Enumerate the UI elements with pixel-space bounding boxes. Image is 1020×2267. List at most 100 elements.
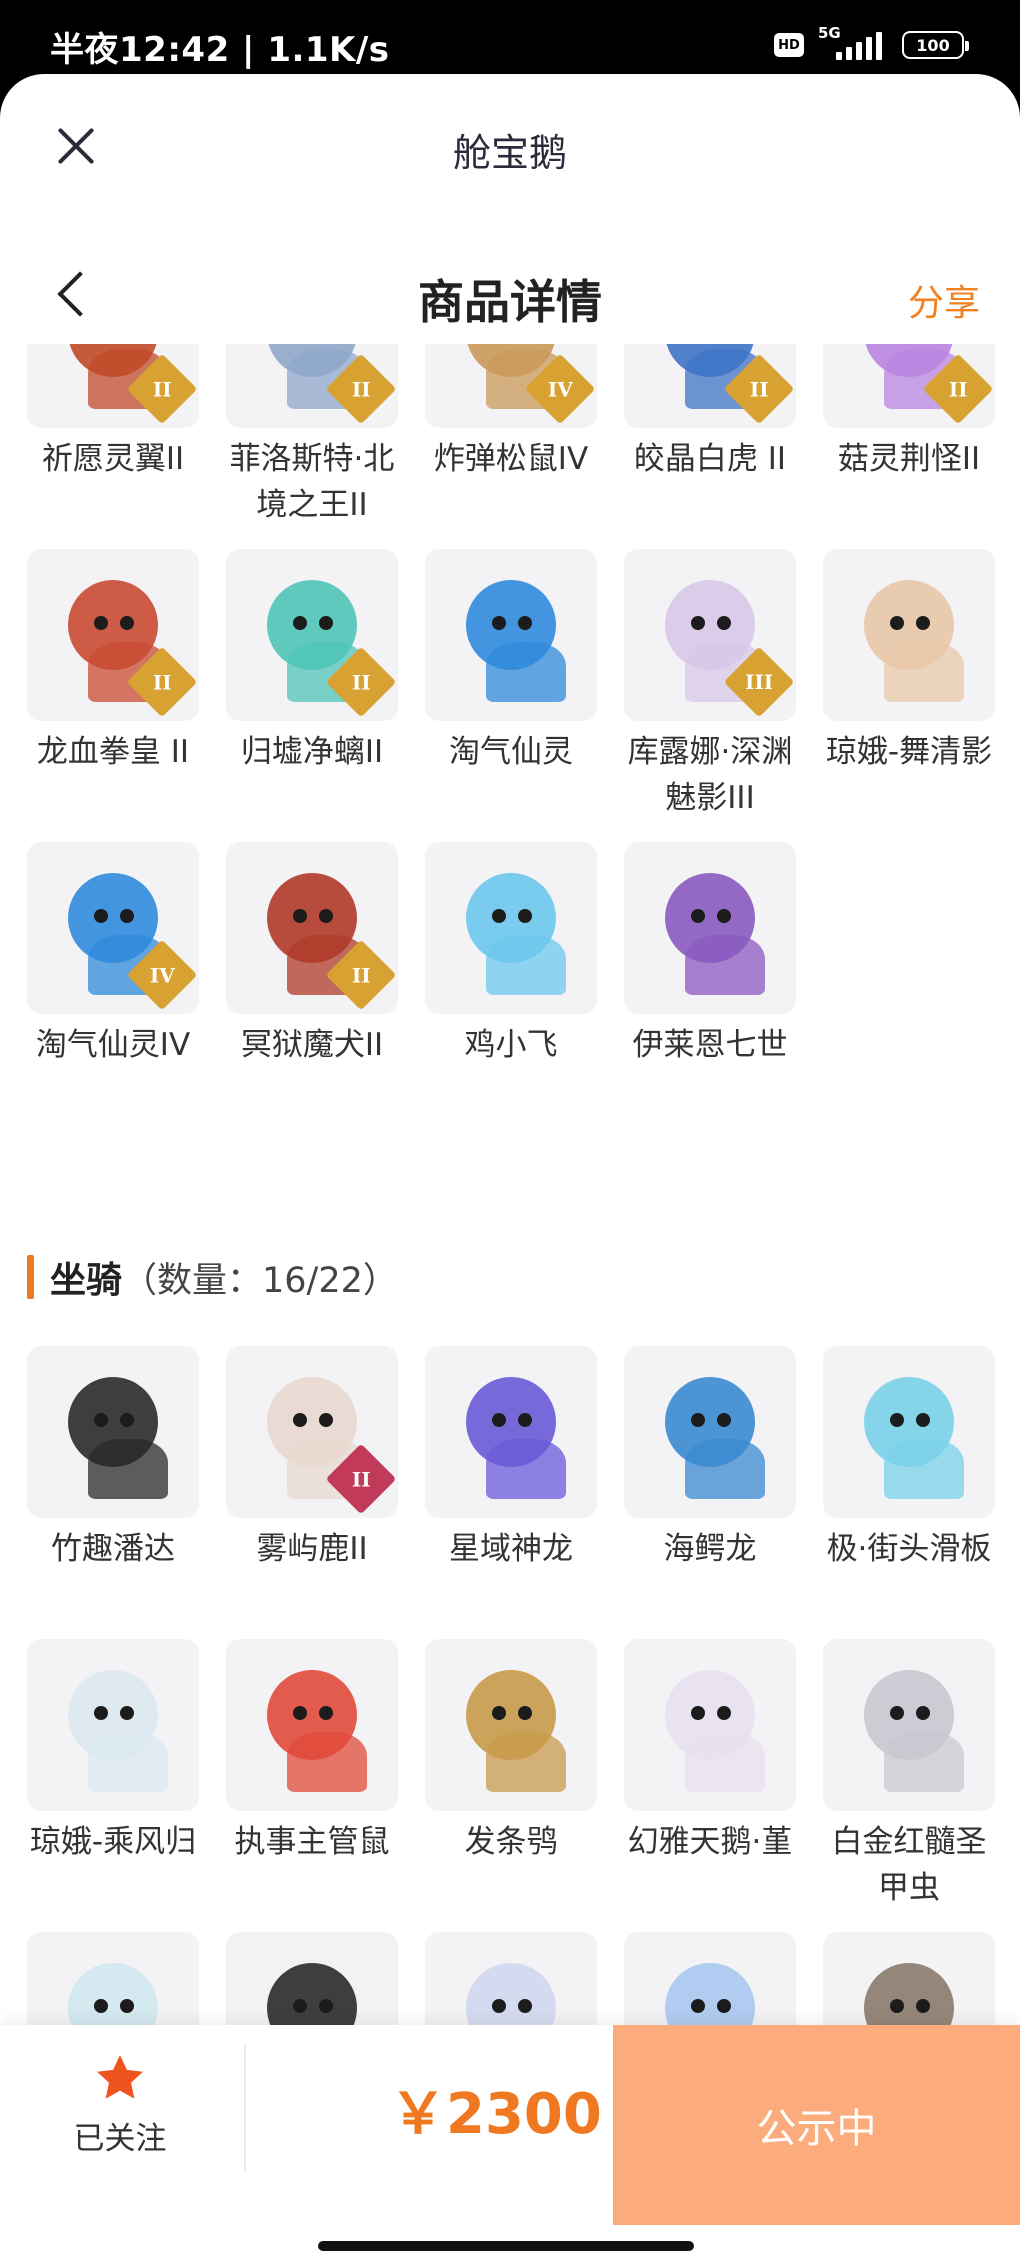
pet-name: 龙血拳皇 II — [36, 734, 190, 770]
mount-thumbnail — [226, 1639, 398, 1811]
mount-card[interactable]: 幻雅天鹅·堇 — [624, 1639, 796, 1932]
divider — [244, 2045, 246, 2171]
pet-thumbnail — [624, 842, 796, 1014]
mini-header: 舱宝鹅 — [0, 74, 1020, 224]
pet-image — [440, 564, 582, 706]
mount-card[interactable]: II 雾屿鹿II — [226, 1346, 398, 1639]
hd-icon: HD — [774, 33, 804, 57]
mount-card[interactable]: 发条鸮 — [425, 1639, 597, 1932]
pet-card[interactable]: 琼娥-舞清影 — [823, 549, 995, 842]
pet-card[interactable]: II 归墟净螭II — [226, 549, 398, 842]
pet-card[interactable]: II 菲洛斯特·北境之王II — [226, 344, 398, 549]
pet-card[interactable]: II 菇灵荆怪II — [823, 344, 995, 549]
mount-name: 琼娥-乘风归 — [29, 1824, 197, 1860]
pet-name: 皎晶白虎 II — [633, 441, 787, 477]
mount-thumbnail — [624, 1346, 796, 1518]
mount-image — [838, 1654, 980, 1796]
pet-thumbnail: II — [226, 344, 398, 428]
pet-card[interactable]: IV 淘气仙灵IV — [27, 842, 199, 1135]
mount-card[interactable]: 琼娥-乘风归 — [27, 1639, 199, 1932]
pet-card[interactable]: 伊莱恩七世 — [624, 842, 796, 1135]
pet-thumbnail: II — [27, 344, 199, 428]
pet-card[interactable]: III 库露娜·深渊魅影III — [624, 549, 796, 842]
pet-image — [838, 564, 980, 706]
pet-name: 归墟净螭II — [240, 734, 384, 770]
status-bar: 半夜12:42 | 1.1K/s HD 5G 100 — [0, 0, 1020, 80]
pet-image — [639, 857, 781, 999]
pet-thumbnail: II — [624, 344, 796, 428]
status-time: 半夜12:42 | 1.1K/s — [50, 30, 390, 70]
bottom-action-bar: 已关注 ￥2300 公示中 — [0, 2025, 1020, 2267]
pet-name: 祈愿灵翼II — [41, 441, 185, 477]
pet-card[interactable]: 淘气仙灵 — [425, 549, 597, 842]
pet-card[interactable]: II 冥狱魔犬II — [226, 842, 398, 1135]
pet-card[interactable]: II 祈愿灵翼II — [27, 344, 199, 549]
mount-image — [42, 1361, 184, 1503]
signal-icon: 5G — [818, 24, 888, 62]
mount-thumbnail — [27, 1346, 199, 1518]
pet-thumbnail: II — [27, 549, 199, 721]
status-indicators: HD 5G 100 — [774, 24, 969, 62]
item-detail-content[interactable]: II 祈愿灵翼II II 菲洛斯特·北境之王II IV 炸弹松鼠IV II 皎晶白虎 II II… — [0, 344, 1020, 2099]
mount-card[interactable]: 竹趣潘达 — [27, 1346, 199, 1639]
pet-name: 琼娥-舞清影 — [825, 734, 993, 770]
mount-thumbnail — [624, 1639, 796, 1811]
star-icon — [97, 2055, 143, 2099]
pet-name: 淘气仙灵 — [449, 734, 573, 770]
pet-card[interactable]: IV 炸弹松鼠IV — [425, 344, 597, 549]
mount-card[interactable]: 白金红髓圣甲虫 — [823, 1639, 995, 1932]
follow-button[interactable]: 已关注 — [60, 2051, 180, 2158]
mini-program-title: 舱宝鹅 — [452, 131, 567, 175]
pet-thumbnail: II — [823, 344, 995, 428]
page-title: 商品详情 — [418, 275, 602, 329]
pet-name: 菲洛斯特·北境之王II — [229, 441, 395, 523]
mount-name: 星域神龙 — [449, 1531, 573, 1567]
home-indicator[interactable] — [318, 2241, 694, 2251]
pet-thumbnail: II — [226, 549, 398, 721]
public-notice-button[interactable]: 公示中 — [613, 2025, 1020, 2225]
pet-card[interactable]: 鸡小飞 — [425, 842, 597, 1135]
mounts-grid: 竹趣潘达 II 雾屿鹿II 星域神龙 海鳄龙 极·街头滑板琼娥-乘风归 执事主管鼠 发条鸮 幻雅… — [27, 1346, 995, 2099]
mount-card[interactable]: 海鳄龙 — [624, 1346, 796, 1639]
mount-thumbnail — [27, 1639, 199, 1811]
mount-name: 海鳄龙 — [663, 1531, 757, 1567]
battery-icon: 100 — [902, 31, 969, 59]
mount-image — [639, 1654, 781, 1796]
mount-card[interactable]: 执事主管鼠 — [226, 1639, 398, 1932]
pet-name: 炸弹松鼠IV — [433, 441, 589, 477]
mount-name: 白金红髓圣甲虫 — [831, 1824, 987, 1906]
pet-name: 冥狱魔犬II — [240, 1027, 384, 1063]
pet-thumbnail — [425, 842, 597, 1014]
mount-card[interactable]: 星域神龙 — [425, 1346, 597, 1639]
mount-name: 幻雅天鹅·堇 — [627, 1824, 793, 1860]
mount-name: 竹趣潘达 — [51, 1531, 175, 1567]
battery-level: 100 — [916, 35, 950, 55]
navigation-bar: 商品详情 分享 — [0, 244, 1020, 354]
share-button[interactable]: 分享 — [908, 274, 980, 326]
mount-card[interactable]: 极·街头滑板 — [823, 1346, 995, 1639]
mount-image — [241, 1654, 383, 1796]
pet-name: 鸡小飞 — [464, 1027, 558, 1063]
pet-thumbnail: IV — [425, 344, 597, 428]
pets-grid: II 祈愿灵翼II II 菲洛斯特·北境之王II IV 炸弹松鼠IV II 皎晶白虎 II II… — [27, 344, 995, 1135]
mount-thumbnail: II — [226, 1346, 398, 1518]
pet-name: 淘气仙灵IV — [35, 1027, 191, 1063]
mounts-section-header: 坐骑 （数量：16/22） — [27, 1252, 398, 1302]
mount-image — [639, 1361, 781, 1503]
mount-thumbnail — [425, 1346, 597, 1518]
mount-name: 发条鸮 — [464, 1824, 558, 1860]
pet-image — [440, 857, 582, 999]
mount-thumbnail — [823, 1346, 995, 1518]
mount-name: 雾屿鹿II — [256, 1531, 368, 1567]
mount-name: 执事主管鼠 — [234, 1824, 390, 1860]
pet-name: 伊莱恩七世 — [632, 1027, 788, 1063]
mount-thumbnail — [425, 1639, 597, 1811]
section-title: 坐骑 — [50, 1260, 123, 1301]
section-accent-bar — [27, 1255, 34, 1299]
mount-image — [440, 1361, 582, 1503]
pet-thumbnail: IV — [27, 842, 199, 1014]
pet-card[interactable]: II 皎晶白虎 II — [624, 344, 796, 549]
pet-card[interactable]: II 龙血拳皇 II — [27, 549, 199, 842]
pet-thumbnail: II — [226, 842, 398, 1014]
mini-program-sheet: 舱宝鹅 商品详情 分享 II 祈愿灵翼II II 菲洛斯特·北境之王II IV 炸弹松鼠I… — [0, 74, 1020, 2267]
